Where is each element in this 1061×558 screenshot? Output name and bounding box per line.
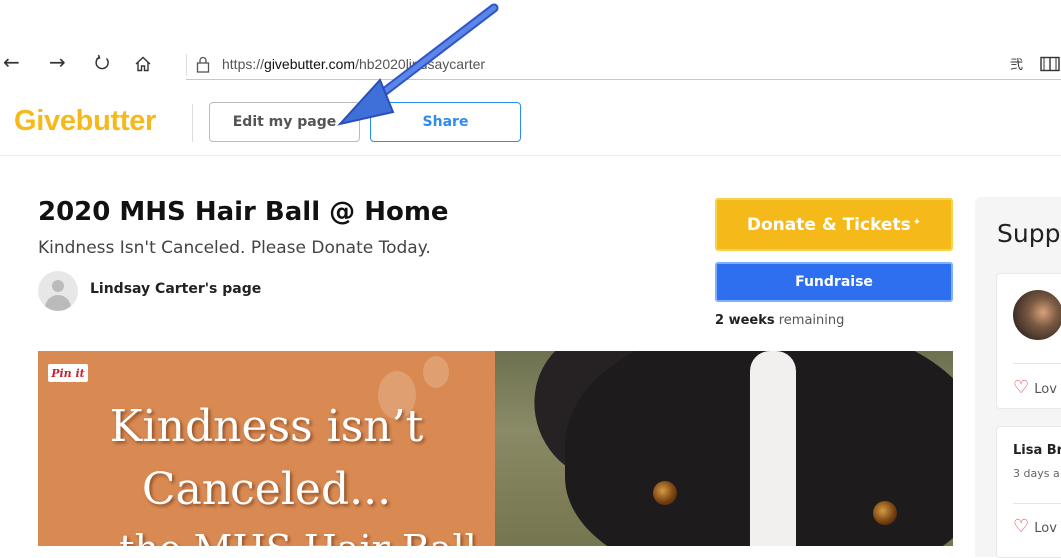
home-icon[interactable] (134, 55, 152, 77)
card-divider (1013, 503, 1061, 504)
love-button[interactable]: ♡ Lov (1013, 377, 1057, 398)
time-remaining-value: 2 weeks (715, 313, 775, 328)
refresh-icon[interactable] (93, 54, 111, 76)
dog-eye-right (873, 501, 897, 525)
donor-name: Lisa Br (1013, 443, 1061, 458)
supporter-avatar[interactable] (1013, 290, 1061, 340)
url-domain: givebutter.com (264, 56, 356, 72)
avatar[interactable] (38, 271, 78, 311)
sparkle-icon: ✦ (912, 217, 922, 228)
love-label: Lov (1034, 521, 1057, 536)
donation-time: 3 days a (1013, 467, 1060, 480)
donate-tickets-button[interactable]: Donate & Tickets ✦ (715, 198, 953, 251)
love-button[interactable]: ♡ Lov (1013, 516, 1057, 537)
card-divider (1013, 363, 1061, 364)
reading-view-icon[interactable] (1040, 56, 1060, 76)
extensions-icon[interactable]: 弐 (1010, 55, 1028, 77)
banner-headline-line1: Kindness isn’t (109, 401, 424, 452)
givebutter-logo[interactable]: Givebutter (14, 105, 156, 138)
header-bottom-border (0, 155, 1061, 156)
pin-it-button[interactable]: Pin it (48, 364, 88, 382)
love-label: Lov (1034, 382, 1057, 397)
time-remaining-suffix: remaining (774, 313, 845, 328)
svg-text:弐: 弐 (1010, 58, 1023, 73)
url-prefix: https:// (222, 56, 265, 72)
address-bar-divider (186, 54, 187, 76)
dog-eye-left (653, 481, 677, 505)
donate-tickets-label: Donate & Tickets (746, 214, 911, 235)
header-divider (192, 104, 193, 142)
campaign-subtitle: Kindness Isn't Canceled. Please Donate T… (38, 238, 431, 258)
url-text[interactable]: https://givebutter.com/hb2020lindsaycart… (222, 56, 485, 72)
fundraise-button[interactable]: Fundraise (715, 262, 953, 302)
banner-headline-line3: the MHS Hair Ball (38, 527, 558, 546)
time-remaining: 2 weeks remaining (715, 313, 844, 328)
share-button[interactable]: Share (370, 102, 521, 142)
heart-icon: ♡ (1013, 377, 1030, 398)
back-icon[interactable]: ← (3, 50, 20, 74)
campaign-banner-image: Pin it Kindness isn’t Canceled... the MH… (38, 351, 953, 546)
lock-icon[interactable] (196, 56, 210, 77)
banner-headline-line2: Canceled... (141, 464, 392, 515)
dog-white-blaze (750, 351, 796, 546)
heart-icon: ♡ (1013, 516, 1030, 537)
paw-print-decoration (423, 356, 449, 388)
campaign-title: 2020 MHS Hair Ball @ Home (38, 197, 449, 227)
supporters-title: Supp (997, 219, 1061, 248)
url-path: /hb2020lindsaycarter (355, 56, 486, 72)
dog-photo (495, 351, 953, 546)
owner-page-link[interactable]: Lindsay Carter's page (90, 281, 261, 297)
forward-icon[interactable]: → (49, 50, 66, 74)
edit-my-page-button[interactable]: Edit my page (209, 102, 360, 142)
